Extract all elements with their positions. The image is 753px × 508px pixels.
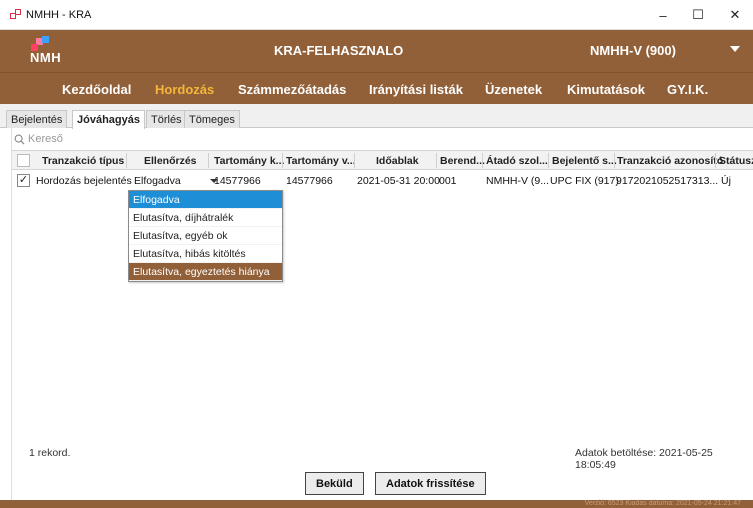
organization-dropdown-icon[interactable] xyxy=(730,46,740,52)
search-icon xyxy=(14,134,25,145)
cell-statusz: Új xyxy=(721,175,731,187)
menu-uzenetek[interactable]: Üzenetek xyxy=(485,82,542,97)
cell-tranzakcio-tipus: Hordozás bejelentés xyxy=(36,175,132,187)
option-elfogadva[interactable]: Elfogadva xyxy=(129,191,282,209)
data-loaded-timestamp: Adatok betöltése: 2021-05-25 18:05:49 xyxy=(575,447,713,471)
sub-tabs: Bejelentés Jóváhagyás Törlés Tömeges xyxy=(0,104,753,129)
cell-atado: NMHH-V (9... xyxy=(486,175,549,187)
record-count: 1 rekord. xyxy=(29,447,71,459)
cell-idoablak: 2021-05-31 20:00 xyxy=(357,175,440,187)
option-hibas-kitoltes[interactable]: Elutasítva, hibás kitöltés xyxy=(129,245,282,263)
left-gutter xyxy=(0,128,12,508)
tab-torles[interactable]: Törlés xyxy=(146,110,187,128)
cell-bejelento: UPC FIX (917) xyxy=(550,175,619,187)
col-idoablak[interactable]: Időablak xyxy=(376,155,419,167)
col-bejelento[interactable]: Bejelentő s... xyxy=(552,155,617,167)
menu-kezdooldal[interactable]: Kezdőoldal xyxy=(62,82,131,97)
app-icon xyxy=(10,8,22,21)
app-header: NMH KRA-FELHASZNALO NMHH-V (900) xyxy=(0,30,753,72)
col-statusz[interactable]: Státusz xyxy=(719,155,753,167)
col-atado[interactable]: Átadó szol... xyxy=(486,155,548,167)
menu-kimutatasok[interactable]: Kimutatások xyxy=(567,82,645,97)
status-bar: Verzió: 6523 Kiadás dátuma: 2021-05-24 2… xyxy=(0,500,753,508)
menu-hordozas[interactable]: Hordozás xyxy=(155,82,214,97)
cell-berend: 001 xyxy=(439,175,457,187)
cell-tartomany-k: 14577966 xyxy=(214,175,261,187)
cell-tartomany-v: 14577966 xyxy=(286,175,333,187)
option-dijhatralek[interactable]: Elutasítva, díjhátralék xyxy=(129,209,282,227)
refresh-data-button[interactable]: Adatok frissítése xyxy=(375,472,486,495)
search-box xyxy=(14,131,228,147)
main-menu: Kezdőoldal Hordozás Számmezőátadás Irány… xyxy=(0,72,753,104)
tab-jovahagyas[interactable]: Jóváhagyás xyxy=(72,110,145,129)
search-input[interactable] xyxy=(28,133,228,145)
minimize-button[interactable]: – xyxy=(645,0,681,30)
col-tartomany-k[interactable]: Tartomány k... xyxy=(214,155,284,167)
tab-bejelentes[interactable]: Bejelentés xyxy=(6,110,68,128)
menu-gyik[interactable]: GY.I.K. xyxy=(667,82,708,97)
col-tartomany-v[interactable]: Tartomány v... xyxy=(286,155,356,167)
maximize-button[interactable]: ☐ xyxy=(680,0,716,30)
col-tranzakcio-azonosito[interactable]: Tranzakció azonosító xyxy=(617,155,723,167)
row-checkbox[interactable]: ✓ xyxy=(17,174,30,187)
option-egyeb-ok[interactable]: Elutasítva, egyéb ok xyxy=(129,227,282,245)
select-all-checkbox[interactable] xyxy=(17,154,30,167)
logo-text: NMH xyxy=(30,50,62,65)
ellenorzes-dropdown: Elfogadva Elutasítva, díjhátralék Elutas… xyxy=(128,190,283,282)
menu-szammezoatadas[interactable]: Számmezőátadás xyxy=(238,82,346,97)
table-header: Tranzakció típus Ellenőrzés Tartomány k.… xyxy=(12,150,753,170)
close-button[interactable]: ✕ xyxy=(717,0,753,30)
organization-name: NMHH-V (900) xyxy=(590,43,676,58)
submit-button[interactable]: Beküld xyxy=(305,472,364,495)
window-titlebar: NMHH - KRA – ☐ ✕ xyxy=(0,0,753,30)
col-ellenorzes[interactable]: Ellenőrzés xyxy=(144,155,197,167)
cell-azonosito: 9172021052517313... xyxy=(616,175,719,187)
user-name: KRA-FELHASZNALO xyxy=(274,43,404,58)
version-info: Verzió: 6523 Kiadás dátuma: 2021-05-24 2… xyxy=(584,500,741,507)
window-title: NMHH - KRA xyxy=(26,8,92,21)
table-row[interactable]: ✓ Hordozás bejelentés Elfogadva 14577966… xyxy=(12,171,753,190)
option-egyeztetes-hianya[interactable]: Elutasítva, egyeztetés hiánya xyxy=(129,263,282,281)
nmhh-logo: NMH xyxy=(30,36,78,66)
col-berend[interactable]: Berend... xyxy=(440,155,485,167)
menu-iranyitasi-listak[interactable]: Irányítási listák xyxy=(369,82,463,97)
tab-tomeges[interactable]: Tömeges xyxy=(184,110,240,128)
col-tranzakcio-tipus[interactable]: Tranzakció típus xyxy=(42,155,124,167)
ellenorzes-select[interactable]: Elfogadva xyxy=(134,175,181,187)
